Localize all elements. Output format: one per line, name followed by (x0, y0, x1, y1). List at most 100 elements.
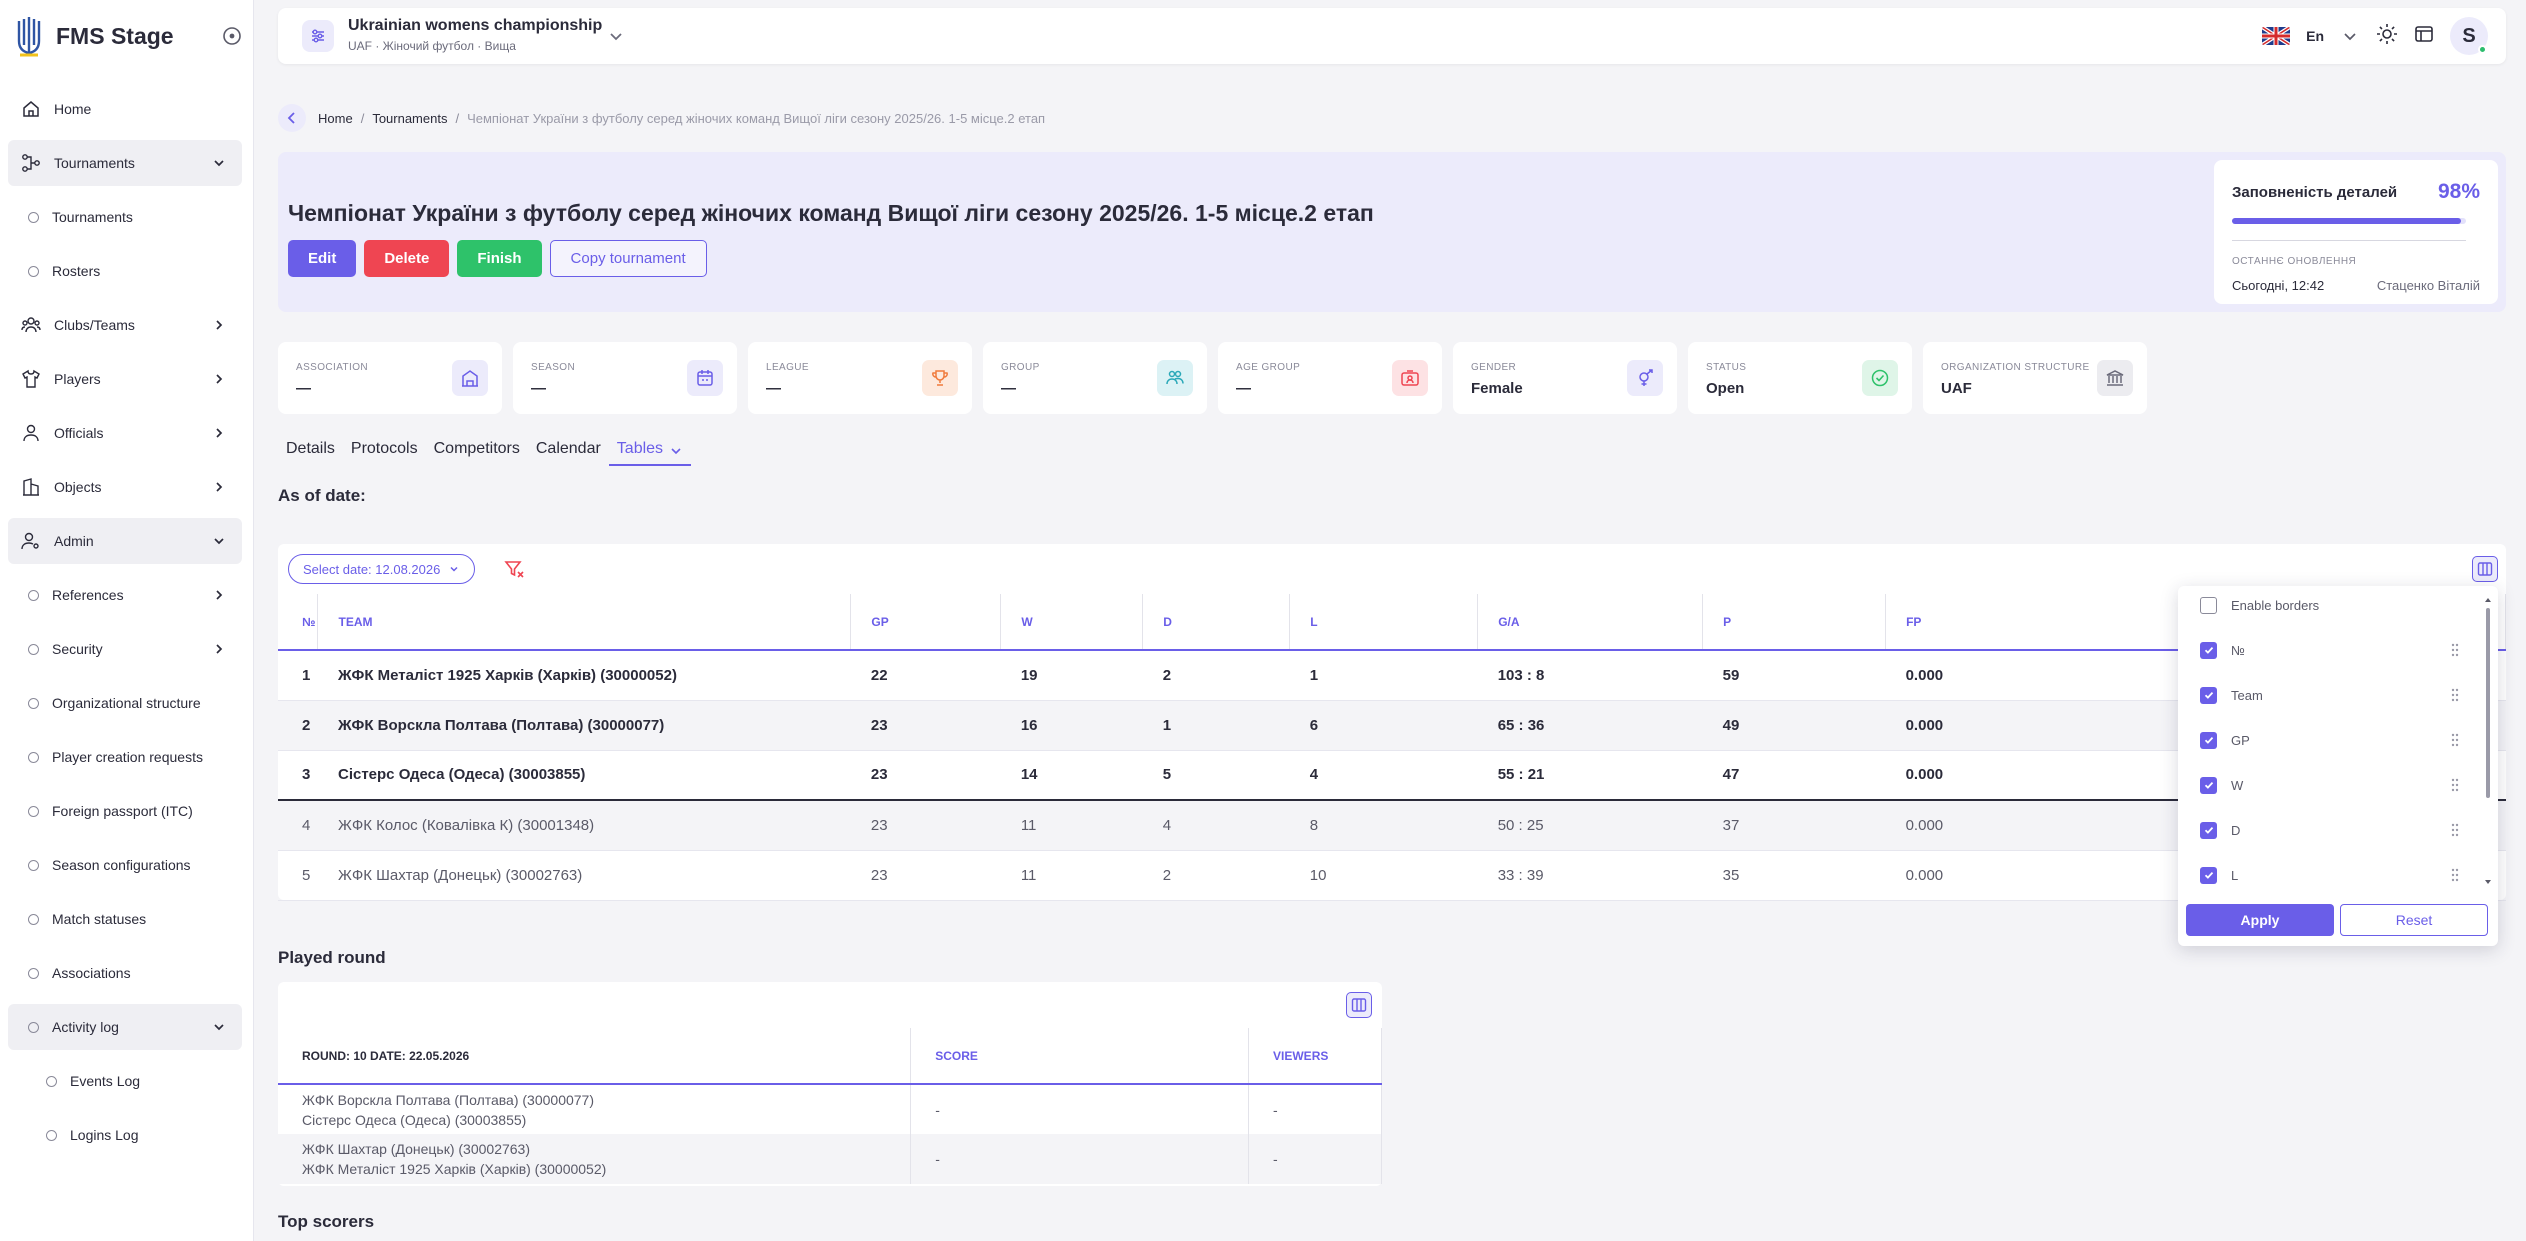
sidebar-item-season-configurations[interactable]: Season configurations (8, 842, 242, 888)
tab-competitors[interactable]: Competitors (426, 434, 528, 466)
chevron-right-icon (210, 478, 228, 496)
sidebar-item-logins-log[interactable]: Logins Log (8, 1112, 242, 1158)
sidebar-item-foreign-passport-itc[interactable]: Foreign passport (ITC) (8, 788, 242, 834)
brand[interactable]: FMS Stage (12, 14, 242, 58)
drag-handle-icon[interactable] (2450, 642, 2460, 658)
info-card-label: STATUS (1706, 362, 1747, 373)
column-header-gp[interactable]: GP (850, 594, 1002, 651)
table-row[interactable]: 5 ЖФК Шахтар (Донецьк) (30002763) 23 11 2 10 3… (278, 850, 2506, 901)
sidebar-item-references[interactable]: References (8, 572, 242, 618)
sidebar-item-objects[interactable]: Objects (8, 464, 242, 510)
sidebar-item-players[interactable]: Players (8, 356, 242, 402)
column-checkbox[interactable] (2200, 731, 2217, 749)
sidebar-item-organizational-structure[interactable]: Organizational structure (8, 680, 242, 726)
column-header-p[interactable]: P (1702, 594, 1887, 651)
sidebar-item-clubs-teams[interactable]: Clubs/Teams (8, 302, 242, 348)
match-row[interactable]: ЖФК Шахтар (Донецьк) (30002763) ЖФК Мета… (278, 1134, 1382, 1184)
enable-borders-checkbox[interactable] (2200, 596, 2217, 614)
sun-icon[interactable] (2376, 23, 2398, 49)
sidebar-item-home[interactable]: Home (8, 86, 242, 132)
target-icon[interactable] (222, 26, 242, 46)
sidebar-item-label: Admin (54, 533, 94, 549)
sidebar-item-label: Activity log (52, 1019, 119, 1035)
column-checkbox[interactable] (2200, 821, 2217, 839)
column-option-d[interactable]: D (2200, 819, 2460, 841)
sidebar-item-match-statuses[interactable]: Match statuses (8, 896, 242, 942)
table-row[interactable]: 1 ЖФК Металіст 1925 Харків (Харків) (3000… (278, 650, 2506, 701)
tab-protocols[interactable]: Protocols (343, 434, 426, 466)
column-option-number[interactable]: № (2200, 639, 2460, 661)
info-card-league: LEAGUE — (748, 342, 972, 414)
sidebar-item-security[interactable]: Security (8, 626, 242, 672)
language-selector[interactable]: En (2306, 28, 2324, 44)
filter-settings-button[interactable] (302, 20, 334, 52)
table-cell-p: 35 (1702, 850, 1886, 901)
date-select[interactable]: Select date: 12.08.2026 (288, 554, 476, 584)
breadcrumb-home[interactable]: Home (318, 111, 353, 126)
enable-borders-option[interactable]: Enable borders (2200, 594, 2460, 616)
table-row[interactable]: 4 ЖФК Колос (Ковалівка К) (30001348) 23 11 4… (278, 800, 2506, 851)
sidebar-item-label: Match statuses (52, 911, 147, 927)
column-header-w[interactable]: W (1000, 594, 1144, 651)
tab-calendar[interactable]: Calendar (528, 434, 609, 466)
match-row[interactable]: ЖФК Ворскла Полтава (Полтава) (30000077)… (278, 1084, 1382, 1134)
breadcrumb-tournaments[interactable]: Tournaments (372, 111, 447, 126)
table-row[interactable]: 3 Сістерс Одеса (Одеса) (30003855) 23 14 5 4 5… (278, 750, 2506, 801)
info-card-label: ORGANIZATION STRUCTURE (1941, 362, 2090, 373)
user-avatar[interactable]: S (2450, 17, 2488, 55)
chevron-down-icon (2344, 33, 2356, 41)
clear-filter-icon[interactable] (503, 558, 525, 580)
sidebar-item-label: Objects (54, 479, 102, 495)
sidebar-item-associations[interactable]: Associations (8, 950, 242, 996)
round-columns-button[interactable] (1346, 992, 1372, 1018)
layout-icon[interactable] (2414, 24, 2434, 48)
back-button[interactable] (278, 104, 306, 132)
sidebar-item-events-log[interactable]: Events Log (8, 1058, 242, 1104)
sidebar-item-admin[interactable]: Admin (8, 518, 242, 564)
column-checkbox[interactable] (2200, 641, 2217, 659)
home-icon (20, 98, 42, 120)
column-checkbox[interactable] (2200, 776, 2217, 794)
apply-button[interactable]: Apply (2186, 904, 2334, 936)
column-option-l[interactable]: L (2200, 864, 2460, 886)
edit-button[interactable]: Edit (288, 240, 357, 277)
column-header-g-a[interactable]: G/A (1477, 594, 1704, 651)
as-of-date-heading: As of date: (278, 486, 366, 505)
home-team: ЖФК Ворскла Полтава (Полтава) (30000077) (302, 1091, 595, 1108)
table-row[interactable]: 2 ЖФК Ворскла Полтава (Полтава) (30000077… (278, 700, 2506, 751)
info-card-season: SEASON — (513, 342, 737, 414)
drag-handle-icon[interactable] (2450, 732, 2460, 748)
column-list-scrollbar[interactable] (2484, 596, 2492, 886)
drag-handle-icon[interactable] (2450, 687, 2460, 703)
column-header-d[interactable]: D (1142, 594, 1291, 651)
tab-details[interactable]: Details (278, 434, 343, 466)
drag-handle-icon[interactable] (2450, 777, 2460, 793)
circle-icon (28, 1021, 39, 1033)
delete-button[interactable]: Delete (364, 240, 450, 277)
column-header-l[interactable]: L (1289, 594, 1479, 651)
sidebar-item-rosters[interactable]: Rosters (8, 248, 242, 294)
column-option-gp[interactable]: GP (2200, 729, 2460, 751)
uaf-logo-icon (12, 14, 46, 58)
columns-toggle-button[interactable] (2472, 556, 2498, 582)
uk-flag-icon[interactable] (2262, 27, 2291, 45)
sidebar-item-tournaments[interactable]: Tournaments (8, 194, 242, 240)
copy-tournament-button[interactable]: Copy tournament (549, 240, 707, 277)
column-header-number[interactable]: № (278, 594, 319, 651)
column-option-w[interactable]: W (2200, 774, 2460, 796)
sidebar-item-tournaments[interactable]: Tournaments (8, 140, 242, 186)
sidebar-item-officials[interactable]: Officials (8, 410, 242, 456)
drag-handle-icon[interactable] (2450, 867, 2460, 883)
sidebar-item-activity-log[interactable]: Activity log (8, 1004, 242, 1050)
column-checkbox[interactable] (2200, 866, 2217, 884)
column-header-team[interactable]: TEAM (317, 594, 852, 651)
column-option-team[interactable]: Team (2200, 684, 2460, 706)
reset-button[interactable]: Reset (2340, 904, 2488, 936)
chevron-down-icon[interactable] (604, 24, 628, 48)
column-checkbox[interactable] (2200, 686, 2217, 704)
drag-handle-icon[interactable] (2450, 822, 2460, 838)
tab-tables[interactable]: Tables (608, 434, 692, 466)
sidebar-item-player-creation-requests[interactable]: Player creation requests (8, 734, 242, 780)
finish-button[interactable]: Finish (457, 240, 542, 277)
chevron-left-icon (287, 112, 295, 124)
